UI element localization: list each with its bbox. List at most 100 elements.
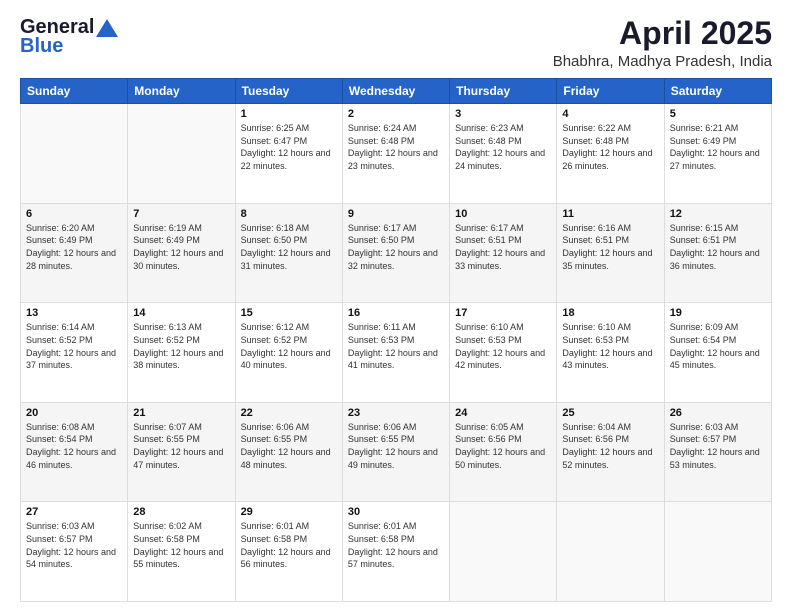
day-number: 8: [241, 208, 337, 220]
calendar-day-cell: 21Sunrise: 6:07 AMSunset: 6:55 PMDayligh…: [128, 402, 235, 502]
day-number: 16: [348, 307, 444, 319]
day-info: Sunrise: 6:12 AMSunset: 6:52 PMDaylight:…: [241, 321, 337, 371]
day-info: Sunrise: 6:03 AMSunset: 6:57 PMDaylight:…: [670, 421, 766, 471]
day-number: 29: [241, 506, 337, 518]
calendar-day-cell: 17Sunrise: 6:10 AMSunset: 6:53 PMDayligh…: [450, 303, 557, 403]
calendar-day-cell: 13 Sunrise: 6:14 AMSunset: 6:52 PMDayligh…: [21, 303, 128, 403]
day-info: Sunrise: 6:25 AMSunset: 6:47 PMDaylight:…: [241, 122, 337, 172]
day-info: Sunrise: 6:11 AMSunset: 6:53 PMDaylight:…: [348, 321, 444, 371]
calendar-day-cell: 6 Sunrise: 6:20 AMSunset: 6:49 PMDaylight…: [21, 203, 128, 303]
day-number: 30: [348, 506, 444, 518]
calendar-day-cell: 16 Sunrise: 6:11 AMSunset: 6:53 PMDayligh…: [342, 303, 449, 403]
day-number: 7: [133, 208, 229, 220]
logo-blue: Blue: [20, 35, 63, 58]
day-info: Sunrise: 6:17 AMSunset: 6:51 PMDaylight:…: [455, 222, 551, 272]
day-number: 18: [562, 307, 658, 319]
day-info: Sunrise: 6:24 AMSunset: 6:48 PMDaylight:…: [348, 122, 444, 172]
day-info: Sunrise: 6:19 AMSunset: 6:49 PMDaylight:…: [133, 222, 229, 272]
calendar-header-cell: Friday: [557, 79, 664, 104]
calendar-day-cell: 9 Sunrise: 6:17 AMSunset: 6:50 PMDaylight…: [342, 203, 449, 303]
calendar-week-row: 1 Sunrise: 6:25 AMSunset: 6:47 PMDaylight…: [21, 104, 772, 204]
calendar-day-cell: 5 Sunrise: 6:21 AMSunset: 6:49 PMDaylight…: [664, 104, 771, 204]
calendar-day-cell: 26 Sunrise: 6:03 AMSunset: 6:57 PMDayligh…: [664, 402, 771, 502]
calendar-day-cell: 24Sunrise: 6:05 AMSunset: 6:56 PMDayligh…: [450, 402, 557, 502]
day-number: 20: [26, 407, 122, 419]
calendar-week-row: 13 Sunrise: 6:14 AMSunset: 6:52 PMDayligh…: [21, 303, 772, 403]
day-number: 21: [133, 407, 229, 419]
day-number: 6: [26, 208, 122, 220]
calendar-day-cell: 2 Sunrise: 6:24 AMSunset: 6:48 PMDaylight…: [342, 104, 449, 204]
day-info: Sunrise: 6:09 AMSunset: 6:54 PMDaylight:…: [670, 321, 766, 371]
day-number: 26: [670, 407, 766, 419]
month-title: April 2025: [553, 16, 772, 51]
calendar-header-cell: Tuesday: [235, 79, 342, 104]
day-number: 19: [670, 307, 766, 319]
calendar-day-cell: 18 Sunrise: 6:10 AMSunset: 6:53 PMDayligh…: [557, 303, 664, 403]
day-number: 3: [455, 108, 551, 120]
day-info: Sunrise: 6:08 AMSunset: 6:54 PMDaylight:…: [26, 421, 122, 471]
calendar-day-cell: 29 Sunrise: 6:01 AMSunset: 6:58 PMDayligh…: [235, 502, 342, 602]
day-number: 12: [670, 208, 766, 220]
calendar-day-cell: 1 Sunrise: 6:25 AMSunset: 6:47 PMDaylight…: [235, 104, 342, 204]
calendar-day-cell: [21, 104, 128, 204]
day-number: 13: [26, 307, 122, 319]
day-info: Sunrise: 6:01 AMSunset: 6:58 PMDaylight:…: [348, 520, 444, 570]
calendar-day-cell: 28Sunrise: 6:02 AMSunset: 6:58 PMDayligh…: [128, 502, 235, 602]
day-number: 24: [455, 407, 551, 419]
day-number: 5: [670, 108, 766, 120]
calendar-day-cell: 12 Sunrise: 6:15 AMSunset: 6:51 PMDayligh…: [664, 203, 771, 303]
calendar-header-cell: Wednesday: [342, 79, 449, 104]
title-block: April 2025 Bhabhra, Madhya Pradesh, Indi…: [553, 16, 772, 70]
calendar-header-row: SundayMondayTuesdayWednesdayThursdayFrid…: [21, 79, 772, 104]
day-number: 10: [455, 208, 551, 220]
day-info: Sunrise: 6:17 AMSunset: 6:50 PMDaylight:…: [348, 222, 444, 272]
calendar-day-cell: 27Sunrise: 6:03 AMSunset: 6:57 PMDayligh…: [21, 502, 128, 602]
day-info: Sunrise: 6:23 AMSunset: 6:48 PMDaylight:…: [455, 122, 551, 172]
calendar-week-row: 27Sunrise: 6:03 AMSunset: 6:57 PMDayligh…: [21, 502, 772, 602]
day-number: 15: [241, 307, 337, 319]
day-number: 1: [241, 108, 337, 120]
calendar-day-cell: 19 Sunrise: 6:09 AMSunset: 6:54 PMDayligh…: [664, 303, 771, 403]
logo: General Blue: [20, 16, 118, 58]
day-info: Sunrise: 6:06 AMSunset: 6:55 PMDaylight:…: [348, 421, 444, 471]
calendar-week-row: 6 Sunrise: 6:20 AMSunset: 6:49 PMDaylight…: [21, 203, 772, 303]
day-info: Sunrise: 6:01 AMSunset: 6:58 PMDaylight:…: [241, 520, 337, 570]
day-info: Sunrise: 6:20 AMSunset: 6:49 PMDaylight:…: [26, 222, 122, 272]
calendar-day-cell: 3 Sunrise: 6:23 AMSunset: 6:48 PMDaylight…: [450, 104, 557, 204]
page: General Blue April 2025 Bhabhra, Madhya …: [0, 0, 792, 612]
calendar-header-cell: Saturday: [664, 79, 771, 104]
calendar-day-cell: [664, 502, 771, 602]
day-info: Sunrise: 6:06 AMSunset: 6:55 PMDaylight:…: [241, 421, 337, 471]
day-info: Sunrise: 6:16 AMSunset: 6:51 PMDaylight:…: [562, 222, 658, 272]
day-number: 23: [348, 407, 444, 419]
day-info: Sunrise: 6:13 AMSunset: 6:52 PMDaylight:…: [133, 321, 229, 371]
day-number: 2: [348, 108, 444, 120]
day-info: Sunrise: 6:15 AMSunset: 6:51 PMDaylight:…: [670, 222, 766, 272]
header: General Blue April 2025 Bhabhra, Madhya …: [20, 16, 772, 70]
calendar-day-cell: [450, 502, 557, 602]
day-number: 9: [348, 208, 444, 220]
calendar-day-cell: 23 Sunrise: 6:06 AMSunset: 6:55 PMDayligh…: [342, 402, 449, 502]
calendar-day-cell: 15 Sunrise: 6:12 AMSunset: 6:52 PMDayligh…: [235, 303, 342, 403]
calendar-day-cell: [128, 104, 235, 204]
day-number: 17: [455, 307, 551, 319]
day-info: Sunrise: 6:04 AMSunset: 6:56 PMDaylight:…: [562, 421, 658, 471]
calendar-table: SundayMondayTuesdayWednesdayThursdayFrid…: [20, 78, 772, 602]
calendar-body: 1 Sunrise: 6:25 AMSunset: 6:47 PMDaylight…: [21, 104, 772, 602]
day-number: 11: [562, 208, 658, 220]
day-number: 14: [133, 307, 229, 319]
calendar-day-cell: 7 Sunrise: 6:19 AMSunset: 6:49 PMDaylight…: [128, 203, 235, 303]
calendar-header-cell: Sunday: [21, 79, 128, 104]
location: Bhabhra, Madhya Pradesh, India: [553, 53, 772, 70]
calendar-day-cell: 10 Sunrise: 6:17 AMSunset: 6:51 PMDayligh…: [450, 203, 557, 303]
calendar-day-cell: 4Sunrise: 6:22 AMSunset: 6:48 PMDaylight…: [557, 104, 664, 204]
day-info: Sunrise: 6:21 AMSunset: 6:49 PMDaylight:…: [670, 122, 766, 172]
day-info: Sunrise: 6:22 AMSunset: 6:48 PMDaylight:…: [562, 122, 658, 172]
day-info: Sunrise: 6:14 AMSunset: 6:52 PMDaylight:…: [26, 321, 122, 371]
calendar-day-cell: 30 Sunrise: 6:01 AMSunset: 6:58 PMDayligh…: [342, 502, 449, 602]
day-info: Sunrise: 6:18 AMSunset: 6:50 PMDaylight:…: [241, 222, 337, 272]
day-info: Sunrise: 6:10 AMSunset: 6:53 PMDaylight:…: [562, 321, 658, 371]
day-info: Sunrise: 6:03 AMSunset: 6:57 PMDaylight:…: [26, 520, 122, 570]
calendar-day-cell: 14 Sunrise: 6:13 AMSunset: 6:52 PMDayligh…: [128, 303, 235, 403]
calendar-header-cell: Monday: [128, 79, 235, 104]
